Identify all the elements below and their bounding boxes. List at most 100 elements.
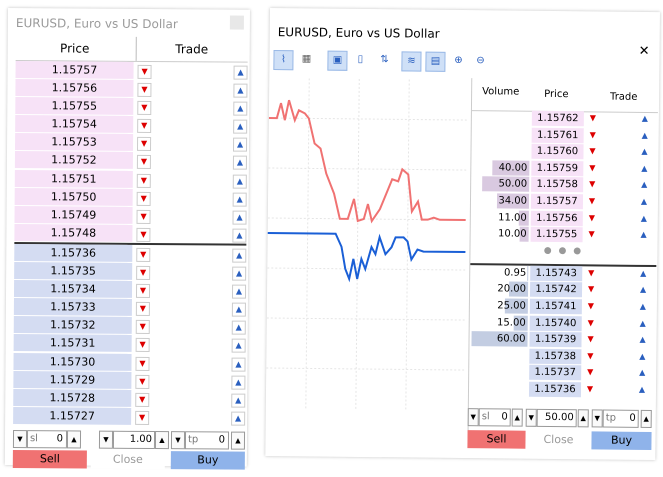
close-position-button[interactable]: Close (90, 450, 165, 470)
sell-limit-icon[interactable]: ▼ (136, 265, 151, 281)
buy-limit-icon[interactable]: ▲ (639, 164, 649, 174)
tp-up-button[interactable]: ▲ (230, 431, 246, 450)
buy-limit-icon[interactable]: ▲ (231, 302, 246, 317)
grid-icon[interactable]: ▦ (297, 50, 315, 68)
buy-limit-icon[interactable]: ▲ (638, 302, 648, 312)
buy-limit-icon[interactable]: ▲ (639, 230, 649, 240)
sell-limit-icon[interactable]: ▼ (135, 284, 151, 299)
volume-icon[interactable]: ≋ (401, 51, 422, 72)
buy-limit-icon[interactable]: ▲ (639, 180, 649, 190)
sell-limit-icon[interactable]: ▼ (135, 374, 150, 389)
spread-icon[interactable]: ⇅ (375, 51, 393, 69)
sell-limit-icon[interactable]: ▼ (136, 227, 151, 242)
buy-limit-icon[interactable]: ▲ (233, 65, 248, 80)
volume-down-button[interactable]: ▼ (525, 408, 537, 427)
buy-limit-icon[interactable]: ▲ (640, 114, 650, 124)
tp-up-button[interactable]: ▲ (640, 409, 652, 429)
sell-limit-icon[interactable]: ▼ (587, 163, 597, 173)
tp-field[interactable]: tp 0 (184, 431, 230, 450)
sell-button[interactable]: Sell (12, 450, 87, 469)
buy-limit-icon[interactable]: ▲ (638, 285, 648, 295)
sell-limit-icon[interactable]: ▼ (585, 351, 595, 361)
buy-limit-icon[interactable]: ▲ (637, 368, 647, 378)
sell-limit-icon[interactable]: ▼ (135, 320, 150, 335)
buy-limit-icon[interactable]: ▲ (637, 335, 647, 345)
buy-limit-icon[interactable]: ▲ (232, 228, 247, 243)
volume-up-button[interactable]: ▲ (154, 431, 170, 450)
sell-limit-icon[interactable]: ▼ (136, 209, 151, 224)
volume-down-button[interactable]: ▼ (98, 430, 114, 449)
buy-limit-icon[interactable]: ▲ (637, 352, 647, 362)
sell-limit-icon[interactable]: ▼ (585, 384, 595, 394)
sell-limit-icon[interactable]: ▼ (136, 155, 151, 170)
sell-limit-icon[interactable]: ▼ (588, 130, 598, 140)
sell-limit-icon[interactable]: ▼ (588, 113, 598, 123)
sell-limit-icon[interactable]: ▼ (586, 268, 596, 278)
buy-limit-icon[interactable]: ▲ (232, 248, 247, 263)
volume-up-button[interactable]: ▲ (577, 409, 589, 428)
sell-limit-icon[interactable]: ▼ (137, 82, 152, 98)
close-button[interactable] (229, 15, 244, 30)
sell-limit-icon[interactable]: ▼ (137, 101, 152, 116)
sell-limit-icon[interactable]: ▼ (587, 147, 597, 157)
volume-field[interactable]: 50.00 (536, 408, 577, 428)
buy-limit-icon[interactable]: ▲ (231, 320, 246, 335)
sell-limit-icon[interactable]: ▼ (587, 213, 597, 223)
sell-limit-icon[interactable]: ▼ (135, 302, 150, 317)
buy-limit-icon[interactable]: ▲ (640, 130, 650, 140)
buy-limit-icon[interactable]: ▲ (639, 147, 649, 157)
sell-limit-icon[interactable]: ▼ (136, 173, 151, 188)
sell-limit-icon[interactable]: ▼ (137, 119, 152, 134)
buy-button[interactable]: Buy (591, 431, 652, 451)
sell-limit-icon[interactable]: ▼ (135, 338, 150, 353)
sl-down-button[interactable]: ▼ (467, 408, 479, 427)
buy-button[interactable]: Buy (170, 451, 245, 470)
close-icon[interactable]: ✕ (639, 44, 650, 59)
tp-field[interactable]: tp 0 (602, 409, 639, 428)
buy-limit-icon[interactable]: ▲ (232, 266, 247, 281)
buy-limit-icon[interactable]: ▲ (233, 119, 248, 134)
sell-limit-icon[interactable]: ▼ (136, 191, 151, 206)
sell-limit-icon[interactable]: ▼ (586, 285, 596, 295)
close-position-button[interactable]: Close (529, 430, 588, 450)
sl-up-button[interactable]: ▲ (66, 430, 82, 449)
chart-window-icon[interactable]: ▣ (327, 50, 348, 71)
depth-icon[interactable]: ▤ (425, 51, 446, 72)
sell-button[interactable]: Sell (467, 430, 526, 449)
zoom-out-icon[interactable]: ⊖ (471, 52, 489, 70)
buy-limit-icon[interactable]: ▲ (231, 375, 246, 390)
sell-limit-icon[interactable]: ▼ (587, 196, 597, 206)
buy-limit-icon[interactable]: ▲ (233, 83, 248, 98)
volume-field[interactable]: 1.00 (112, 430, 156, 450)
sell-limit-icon[interactable]: ▼ (585, 334, 595, 344)
sell-limit-icon[interactable]: ▼ (137, 137, 152, 152)
sell-limit-icon[interactable]: ▼ (587, 180, 597, 190)
tp-down-button[interactable]: ▼ (591, 409, 603, 428)
sell-limit-icon[interactable]: ▼ (586, 318, 596, 328)
buy-limit-icon[interactable]: ▲ (233, 137, 248, 153)
buy-limit-icon[interactable]: ▲ (232, 210, 247, 225)
sell-limit-icon[interactable]: ▼ (135, 356, 150, 371)
buy-limit-icon[interactable]: ▲ (232, 156, 247, 171)
bars-icon[interactable]: ▯ (351, 51, 369, 69)
buy-limit-icon[interactable]: ▲ (638, 269, 648, 279)
sell-limit-icon[interactable]: ▼ (136, 247, 151, 262)
sell-limit-icon[interactable]: ▼ (135, 392, 150, 407)
zoom-in-icon[interactable]: ⊕ (449, 52, 467, 70)
buy-limit-icon[interactable]: ▲ (639, 213, 649, 223)
buy-limit-icon[interactable]: ▲ (231, 357, 246, 372)
buy-limit-icon[interactable]: ▲ (637, 385, 647, 395)
buy-limit-icon[interactable]: ▲ (232, 192, 247, 207)
sell-limit-icon[interactable]: ▼ (586, 301, 596, 311)
sl-field[interactable]: sl 0 (26, 430, 68, 449)
sell-limit-icon[interactable]: ▼ (135, 410, 150, 425)
buy-limit-icon[interactable]: ▲ (231, 284, 247, 299)
buy-limit-icon[interactable]: ▲ (231, 393, 246, 408)
sl-field[interactable]: sl 0 (478, 408, 511, 427)
sell-limit-icon[interactable]: ▼ (587, 229, 597, 239)
buy-limit-icon[interactable]: ▲ (231, 338, 246, 354)
sell-limit-icon[interactable]: ▼ (585, 368, 595, 378)
tick-chart-icon[interactable]: ⌇ (273, 50, 294, 71)
buy-limit-icon[interactable]: ▲ (233, 101, 248, 116)
buy-limit-icon[interactable]: ▲ (231, 411, 246, 426)
